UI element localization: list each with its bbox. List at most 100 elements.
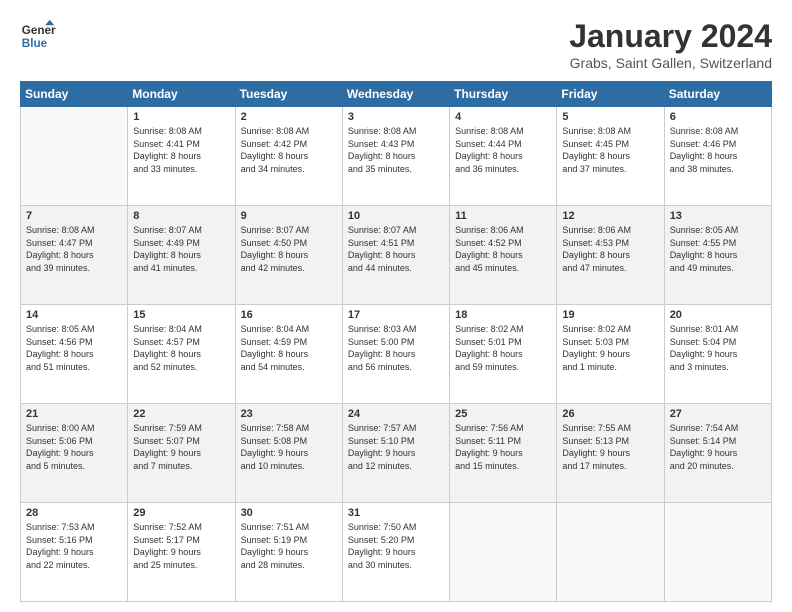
table-row: 8 Sunrise: 8:07 AM Sunset: 4:49 PM Daylig… [128, 206, 235, 305]
svg-text:Blue: Blue [22, 37, 48, 50]
day-info: Sunrise: 8:02 AM Sunset: 5:03 PM Dayligh… [562, 323, 658, 373]
day-info: Sunrise: 8:08 AM Sunset: 4:41 PM Dayligh… [133, 125, 229, 175]
day-info: Sunrise: 7:54 AM Sunset: 5:14 PM Dayligh… [670, 422, 766, 472]
table-row: 16Sunrise: 8:04 AM Sunset: 4:59 PM Dayli… [235, 305, 342, 404]
day-number: 2 [241, 111, 337, 123]
day-number: 14 [26, 309, 122, 321]
page-subtitle: Grabs, Saint Gallen, Switzerland [569, 55, 772, 71]
table-row: 18Sunrise: 8:02 AM Sunset: 5:01 PM Dayli… [450, 305, 557, 404]
day-number: 7 [26, 210, 122, 222]
day-number: 27 [670, 408, 766, 420]
table-row: 17Sunrise: 8:03 AM Sunset: 5:00 PM Dayli… [342, 305, 449, 404]
day-number: 11 [455, 210, 551, 222]
col-wednesday: Wednesday [342, 82, 449, 107]
table-row: 25 Sunrise: 7:56 AM Sunset: 5:11 PM Dayli… [450, 404, 557, 503]
day-number: 23 [241, 408, 337, 420]
day-info: Sunrise: 8:06 AM Sunset: 4:53 PM Dayligh… [562, 224, 658, 274]
day-info: Sunrise: 8:01 AM Sunset: 5:04 PM Dayligh… [670, 323, 766, 373]
day-info: Sunrise: 7:57 AM Sunset: 5:10 PM Dayligh… [348, 422, 444, 472]
table-row: 1 Sunrise: 8:08 AM Sunset: 4:41 PM Daylig… [128, 107, 235, 206]
day-info: Sunrise: 8:00 AM Sunset: 5:06 PM Dayligh… [26, 422, 122, 472]
day-number: 19 [562, 309, 658, 321]
day-number: 1 [133, 111, 229, 123]
day-number: 28 [26, 507, 122, 519]
table-row: 2 Sunrise: 8:08 AM Sunset: 4:42 PM Daylig… [235, 107, 342, 206]
table-row: 29Sunrise: 7:52 AM Sunset: 5:17 PM Dayli… [128, 503, 235, 602]
table-row: 28 Sunrise: 7:53 AM Sunset: 5:16 PM Dayli… [21, 503, 128, 602]
header: General Blue January 2024 Grabs, Saint G… [20, 18, 772, 71]
table-row [21, 107, 128, 206]
day-number: 5 [562, 111, 658, 123]
header-row: Sunday Monday Tuesday Wednesday Thursday… [21, 82, 772, 107]
day-info: Sunrise: 7:51 AM Sunset: 5:19 PM Dayligh… [241, 521, 337, 571]
col-sunday: Sunday [21, 82, 128, 107]
day-info: Sunrise: 8:06 AM Sunset: 4:52 PM Dayligh… [455, 224, 551, 274]
day-number: 25 [455, 408, 551, 420]
title-block: January 2024 Grabs, Saint Gallen, Switze… [569, 18, 772, 71]
day-info: Sunrise: 7:59 AM Sunset: 5:07 PM Dayligh… [133, 422, 229, 472]
calendar-week-row: 28 Sunrise: 7:53 AM Sunset: 5:16 PM Dayli… [21, 503, 772, 602]
col-friday: Friday [557, 82, 664, 107]
page-title: January 2024 [569, 18, 772, 55]
table-row: 7 Sunrise: 8:08 AM Sunset: 4:47 PM Daylig… [21, 206, 128, 305]
table-row: 14Sunrise: 8:05 AM Sunset: 4:56 PM Dayli… [21, 305, 128, 404]
table-row: 13 Sunrise: 8:05 AM Sunset: 4:55 PM Dayli… [664, 206, 771, 305]
day-number: 6 [670, 111, 766, 123]
day-info: Sunrise: 8:07 AM Sunset: 4:49 PM Dayligh… [133, 224, 229, 274]
day-info: Sunrise: 8:08 AM Sunset: 4:42 PM Dayligh… [241, 125, 337, 175]
col-saturday: Saturday [664, 82, 771, 107]
table-row [557, 503, 664, 602]
calendar-table: Sunday Monday Tuesday Wednesday Thursday… [20, 81, 772, 602]
calendar-week-row: 14Sunrise: 8:05 AM Sunset: 4:56 PM Dayli… [21, 305, 772, 404]
day-number: 15 [133, 309, 229, 321]
day-info: Sunrise: 7:56 AM Sunset: 5:11 PM Dayligh… [455, 422, 551, 472]
day-info: Sunrise: 8:04 AM Sunset: 4:57 PM Dayligh… [133, 323, 229, 373]
table-row: 30Sunrise: 7:51 AM Sunset: 5:19 PM Dayli… [235, 503, 342, 602]
col-thursday: Thursday [450, 82, 557, 107]
col-tuesday: Tuesday [235, 82, 342, 107]
day-info: Sunrise: 7:58 AM Sunset: 5:08 PM Dayligh… [241, 422, 337, 472]
calendar-week-row: 7 Sunrise: 8:08 AM Sunset: 4:47 PM Daylig… [21, 206, 772, 305]
day-number: 10 [348, 210, 444, 222]
table-row: 20 Sunrise: 8:01 AM Sunset: 5:04 PM Dayli… [664, 305, 771, 404]
table-row: 21Sunrise: 8:00 AM Sunset: 5:06 PM Dayli… [21, 404, 128, 503]
table-row: 27 Sunrise: 7:54 AM Sunset: 5:14 PM Dayli… [664, 404, 771, 503]
logo: General Blue [20, 18, 56, 54]
col-monday: Monday [128, 82, 235, 107]
day-info: Sunrise: 8:08 AM Sunset: 4:44 PM Dayligh… [455, 125, 551, 175]
svg-text:General: General [22, 24, 56, 37]
day-info: Sunrise: 7:52 AM Sunset: 5:17 PM Dayligh… [133, 521, 229, 571]
day-info: Sunrise: 8:08 AM Sunset: 4:47 PM Dayligh… [26, 224, 122, 274]
day-number: 26 [562, 408, 658, 420]
day-info: Sunrise: 8:07 AM Sunset: 4:50 PM Dayligh… [241, 224, 337, 274]
day-number: 13 [670, 210, 766, 222]
day-number: 31 [348, 507, 444, 519]
day-number: 9 [241, 210, 337, 222]
day-info: Sunrise: 8:08 AM Sunset: 4:43 PM Dayligh… [348, 125, 444, 175]
table-row: 23 Sunrise: 7:58 AM Sunset: 5:08 PM Dayli… [235, 404, 342, 503]
day-number: 20 [670, 309, 766, 321]
day-number: 8 [133, 210, 229, 222]
table-row: 22 Sunrise: 7:59 AM Sunset: 5:07 PM Dayli… [128, 404, 235, 503]
day-info: Sunrise: 8:05 AM Sunset: 4:55 PM Dayligh… [670, 224, 766, 274]
table-row: 3Sunrise: 8:08 AM Sunset: 4:43 PM Daylig… [342, 107, 449, 206]
day-info: Sunrise: 8:08 AM Sunset: 4:45 PM Dayligh… [562, 125, 658, 175]
day-number: 16 [241, 309, 337, 321]
table-row: 24Sunrise: 7:57 AM Sunset: 5:10 PM Dayli… [342, 404, 449, 503]
table-row [450, 503, 557, 602]
day-number: 22 [133, 408, 229, 420]
day-number: 4 [455, 111, 551, 123]
calendar-week-row: 1 Sunrise: 8:08 AM Sunset: 4:41 PM Daylig… [21, 107, 772, 206]
day-number: 18 [455, 309, 551, 321]
table-row: 31Sunrise: 7:50 AM Sunset: 5:20 PM Dayli… [342, 503, 449, 602]
table-row: 9 Sunrise: 8:07 AM Sunset: 4:50 PM Daylig… [235, 206, 342, 305]
calendar-week-row: 21Sunrise: 8:00 AM Sunset: 5:06 PM Dayli… [21, 404, 772, 503]
table-row: 15 Sunrise: 8:04 AM Sunset: 4:57 PM Dayli… [128, 305, 235, 404]
table-row: 11 Sunrise: 8:06 AM Sunset: 4:52 PM Dayli… [450, 206, 557, 305]
table-row: 19 Sunrise: 8:02 AM Sunset: 5:03 PM Dayli… [557, 305, 664, 404]
table-row: 6 Sunrise: 8:08 AM Sunset: 4:46 PM Daylig… [664, 107, 771, 206]
day-info: Sunrise: 7:53 AM Sunset: 5:16 PM Dayligh… [26, 521, 122, 571]
logo-icon: General Blue [20, 18, 56, 54]
day-info: Sunrise: 8:07 AM Sunset: 4:51 PM Dayligh… [348, 224, 444, 274]
day-info: Sunrise: 8:08 AM Sunset: 4:46 PM Dayligh… [670, 125, 766, 175]
